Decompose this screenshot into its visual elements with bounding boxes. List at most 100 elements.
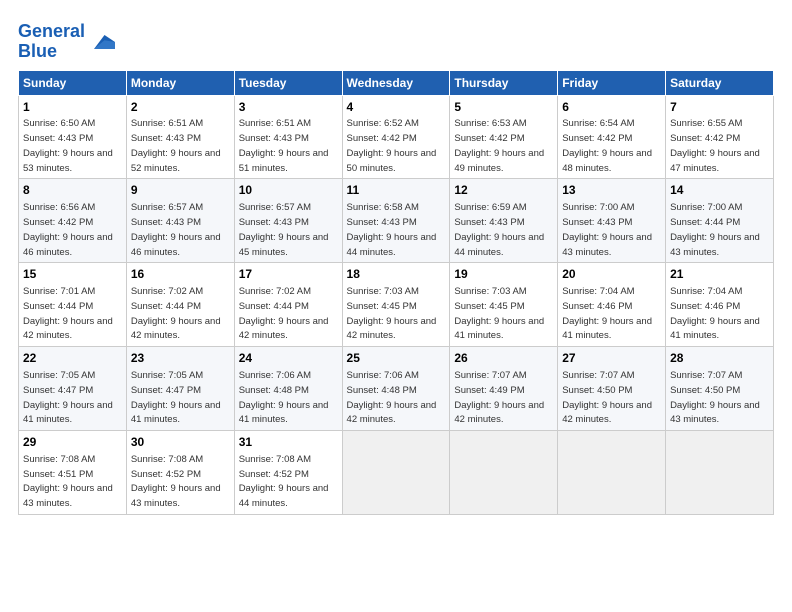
calendar-cell: 18 Sunrise: 7:03 AMSunset: 4:45 PMDayligh… [342, 263, 450, 347]
day-number: 25 [347, 350, 446, 367]
day-number: 8 [23, 182, 122, 199]
day-detail: Sunrise: 6:55 AMSunset: 4:42 PMDaylight:… [670, 118, 760, 173]
day-detail: Sunrise: 7:01 AMSunset: 4:44 PMDaylight:… [23, 286, 113, 341]
day-detail: Sunrise: 7:08 AMSunset: 4:52 PMDaylight:… [239, 454, 329, 509]
day-number: 12 [454, 182, 553, 199]
calendar-cell: 31 Sunrise: 7:08 AMSunset: 4:52 PMDayligh… [234, 431, 342, 515]
calendar-cell: 15Sunrise: 7:01 AMSunset: 4:44 PMDayligh… [19, 263, 127, 347]
day-detail: Sunrise: 6:52 AMSunset: 4:42 PMDaylight:… [347, 118, 437, 173]
day-number: 4 [347, 99, 446, 116]
day-detail: Sunrise: 6:53 AMSunset: 4:42 PMDaylight:… [454, 118, 544, 173]
day-number: 22 [23, 350, 122, 367]
day-number: 7 [670, 99, 769, 116]
calendar-header-thursday: Thursday [450, 70, 558, 95]
calendar-header-row: SundayMondayTuesdayWednesdayThursdayFrid… [19, 70, 774, 95]
calendar-cell: 11 Sunrise: 6:58 AMSunset: 4:43 PMDayligh… [342, 179, 450, 263]
calendar-cell: 22 Sunrise: 7:05 AMSunset: 4:47 PMDayligh… [19, 347, 127, 431]
day-number: 29 [23, 434, 122, 451]
day-number: 31 [239, 434, 338, 451]
day-detail: Sunrise: 7:07 AMSunset: 4:50 PMDaylight:… [562, 370, 652, 425]
day-number: 27 [562, 350, 661, 367]
calendar-cell: 23Sunrise: 7:05 AMSunset: 4:47 PMDayligh… [126, 347, 234, 431]
calendar-cell [558, 431, 666, 515]
calendar-cell: 9 Sunrise: 6:57 AMSunset: 4:43 PMDaylight… [126, 179, 234, 263]
logo-blue: Blue [18, 42, 85, 62]
day-number: 30 [131, 434, 230, 451]
day-detail: Sunrise: 7:08 AMSunset: 4:52 PMDaylight:… [131, 454, 221, 509]
calendar-cell: 26Sunrise: 7:07 AMSunset: 4:49 PMDayligh… [450, 347, 558, 431]
day-detail: Sunrise: 7:02 AMSunset: 4:44 PMDaylight:… [131, 286, 221, 341]
day-detail: Sunrise: 7:04 AMSunset: 4:46 PMDaylight:… [562, 286, 652, 341]
calendar-cell: 3 Sunrise: 6:51 AMSunset: 4:43 PMDaylight… [234, 95, 342, 179]
calendar-cell: 7 Sunrise: 6:55 AMSunset: 4:42 PMDaylight… [666, 95, 774, 179]
day-detail: Sunrise: 7:00 AMSunset: 4:43 PMDaylight:… [562, 202, 652, 257]
calendar-cell: 6 Sunrise: 6:54 AMSunset: 4:42 PMDaylight… [558, 95, 666, 179]
day-number: 26 [454, 350, 553, 367]
day-number: 16 [131, 266, 230, 283]
day-number: 11 [347, 182, 446, 199]
day-detail: Sunrise: 6:58 AMSunset: 4:43 PMDaylight:… [347, 202, 437, 257]
day-detail: Sunrise: 7:02 AMSunset: 4:44 PMDaylight:… [239, 286, 329, 341]
day-number: 2 [131, 99, 230, 116]
day-detail: Sunrise: 7:05 AMSunset: 4:47 PMDaylight:… [131, 370, 221, 425]
day-number: 21 [670, 266, 769, 283]
day-number: 6 [562, 99, 661, 116]
day-number: 10 [239, 182, 338, 199]
day-detail: Sunrise: 7:07 AMSunset: 4:50 PMDaylight:… [670, 370, 760, 425]
calendar-cell: 16 Sunrise: 7:02 AMSunset: 4:44 PMDayligh… [126, 263, 234, 347]
day-detail: Sunrise: 6:51 AMSunset: 4:43 PMDaylight:… [131, 118, 221, 173]
day-detail: Sunrise: 6:54 AMSunset: 4:42 PMDaylight:… [562, 118, 652, 173]
day-number: 24 [239, 350, 338, 367]
day-detail: Sunrise: 6:56 AMSunset: 4:42 PMDaylight:… [23, 202, 113, 257]
calendar-week-5: 29 Sunrise: 7:08 AMSunset: 4:51 PMDayligh… [19, 431, 774, 515]
calendar-week-1: 1Sunrise: 6:50 AMSunset: 4:43 PMDaylight… [19, 95, 774, 179]
day-detail: Sunrise: 6:57 AMSunset: 4:43 PMDaylight:… [131, 202, 221, 257]
day-detail: Sunrise: 7:00 AMSunset: 4:44 PMDaylight:… [670, 202, 760, 257]
calendar-cell: 12Sunrise: 6:59 AMSunset: 4:43 PMDayligh… [450, 179, 558, 263]
day-number: 14 [670, 182, 769, 199]
calendar-cell: 8 Sunrise: 6:56 AMSunset: 4:42 PMDaylight… [19, 179, 127, 263]
calendar-cell: 29 Sunrise: 7:08 AMSunset: 4:51 PMDayligh… [19, 431, 127, 515]
calendar-cell [450, 431, 558, 515]
calendar-cell: 2 Sunrise: 6:51 AMSunset: 4:43 PMDaylight… [126, 95, 234, 179]
logo-icon [87, 28, 115, 56]
day-number: 3 [239, 99, 338, 116]
day-detail: Sunrise: 7:05 AMSunset: 4:47 PMDaylight:… [23, 370, 113, 425]
day-number: 19 [454, 266, 553, 283]
calendar-cell [666, 431, 774, 515]
day-detail: Sunrise: 7:04 AMSunset: 4:46 PMDaylight:… [670, 286, 760, 341]
day-number: 28 [670, 350, 769, 367]
logo-general: General [18, 21, 85, 41]
day-detail: Sunrise: 7:06 AMSunset: 4:48 PMDaylight:… [239, 370, 329, 425]
logo: General Blue [18, 22, 115, 62]
calendar-cell: 28 Sunrise: 7:07 AMSunset: 4:50 PMDayligh… [666, 347, 774, 431]
day-number: 20 [562, 266, 661, 283]
day-detail: Sunrise: 6:50 AMSunset: 4:43 PMDaylight:… [23, 118, 113, 173]
calendar-cell: 25 Sunrise: 7:06 AMSunset: 4:48 PMDayligh… [342, 347, 450, 431]
day-detail: Sunrise: 6:51 AMSunset: 4:43 PMDaylight:… [239, 118, 329, 173]
calendar-header-sunday: Sunday [19, 70, 127, 95]
calendar-cell: 19 Sunrise: 7:03 AMSunset: 4:45 PMDayligh… [450, 263, 558, 347]
calendar-week-4: 22 Sunrise: 7:05 AMSunset: 4:47 PMDayligh… [19, 347, 774, 431]
day-number: 5 [454, 99, 553, 116]
calendar-header-tuesday: Tuesday [234, 70, 342, 95]
calendar-week-3: 15Sunrise: 7:01 AMSunset: 4:44 PMDayligh… [19, 263, 774, 347]
calendar-cell: 13 Sunrise: 7:00 AMSunset: 4:43 PMDayligh… [558, 179, 666, 263]
day-detail: Sunrise: 7:08 AMSunset: 4:51 PMDaylight:… [23, 454, 113, 509]
day-number: 13 [562, 182, 661, 199]
calendar-cell: 24 Sunrise: 7:06 AMSunset: 4:48 PMDayligh… [234, 347, 342, 431]
calendar-cell: 20 Sunrise: 7:04 AMSunset: 4:46 PMDayligh… [558, 263, 666, 347]
day-number: 9 [131, 182, 230, 199]
day-detail: Sunrise: 7:03 AMSunset: 4:45 PMDaylight:… [454, 286, 544, 341]
calendar-cell: 1Sunrise: 6:50 AMSunset: 4:43 PMDaylight… [19, 95, 127, 179]
calendar-table: SundayMondayTuesdayWednesdayThursdayFrid… [18, 70, 774, 515]
day-number: 18 [347, 266, 446, 283]
day-detail: Sunrise: 6:57 AMSunset: 4:43 PMDaylight:… [239, 202, 329, 257]
calendar-week-2: 8 Sunrise: 6:56 AMSunset: 4:42 PMDaylight… [19, 179, 774, 263]
calendar-page: General Blue SundayMondayTuesdayWednesda… [0, 0, 792, 525]
day-detail: Sunrise: 7:03 AMSunset: 4:45 PMDaylight:… [347, 286, 437, 341]
calendar-header-saturday: Saturday [666, 70, 774, 95]
calendar-header-wednesday: Wednesday [342, 70, 450, 95]
day-detail: Sunrise: 7:06 AMSunset: 4:48 PMDaylight:… [347, 370, 437, 425]
day-number: 17 [239, 266, 338, 283]
